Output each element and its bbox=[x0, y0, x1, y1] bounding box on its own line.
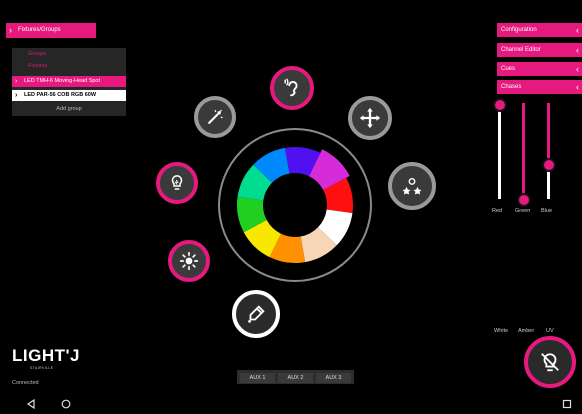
lamp-icon bbox=[168, 174, 186, 192]
chevron-left-icon: ‹ bbox=[576, 25, 579, 35]
nav-back-button[interactable] bbox=[26, 396, 36, 414]
hearing-button[interactable] bbox=[270, 66, 314, 110]
nav-recents-button[interactable] bbox=[562, 396, 572, 414]
strobe-icon bbox=[401, 175, 423, 197]
slider-label-blue: Blue bbox=[541, 208, 553, 214]
tab-chases[interactable]: Chases ‹ bbox=[497, 80, 582, 94]
chevron-right-icon: › bbox=[15, 92, 18, 99]
slider-thumb[interactable] bbox=[517, 193, 531, 207]
gobo-button[interactable] bbox=[156, 162, 198, 204]
tab-label: Chases bbox=[501, 84, 522, 90]
nav-home-button[interactable] bbox=[61, 396, 71, 414]
dimmer-button[interactable] bbox=[168, 240, 210, 282]
tab-cues[interactable]: Cues ‹ bbox=[497, 62, 582, 76]
label-white: White bbox=[494, 328, 509, 334]
list-item-label: Groups bbox=[28, 51, 47, 57]
tab-channel-editor[interactable]: Channel Editor ‹ bbox=[497, 43, 582, 57]
blackout-button[interactable] bbox=[524, 336, 576, 388]
slider-thumb[interactable] bbox=[542, 158, 556, 172]
add-group-label: Add group bbox=[56, 106, 82, 112]
aux-3-button[interactable]: AUX 3 bbox=[316, 373, 351, 383]
chevron-left-icon: ‹ bbox=[576, 82, 579, 92]
slider-label-green: Green bbox=[515, 208, 531, 214]
strobe-button[interactable] bbox=[388, 162, 436, 210]
list-item-label: Fixtures bbox=[28, 63, 48, 69]
fx-icon bbox=[205, 107, 225, 127]
back-icon bbox=[26, 398, 35, 410]
color-picker-button[interactable] bbox=[232, 290, 280, 338]
slider-track-unfilled bbox=[498, 103, 501, 199]
tab-label: Fixtures/Groups bbox=[18, 27, 61, 33]
blackout-icon bbox=[539, 351, 561, 373]
connection-status: Connected bbox=[12, 380, 39, 386]
list-item-label: LED PAR-56 COB RGB 60W bbox=[24, 92, 97, 98]
tab-configuration[interactable]: Configuration ‹ bbox=[497, 23, 582, 37]
chevron-right-icon: › bbox=[15, 78, 18, 85]
chevron-right-icon: › bbox=[9, 25, 12, 35]
recents-icon bbox=[562, 399, 572, 409]
brightness-icon bbox=[179, 251, 199, 271]
aux-2-button[interactable]: AUX 2 bbox=[278, 373, 313, 383]
add-group-button[interactable]: Add group bbox=[12, 104, 126, 115]
ear-icon bbox=[281, 77, 303, 99]
move-button[interactable] bbox=[348, 96, 392, 140]
label-amber: Amber bbox=[518, 328, 535, 334]
move-icon bbox=[359, 107, 381, 129]
list-item-fixture-moving-head[interactable]: › LED TMH-6 Moving-Head Spot bbox=[12, 76, 126, 87]
slider-track-filled bbox=[522, 103, 525, 199]
fixture-list-panel: Groups Fixtures › LED TMH-6 Moving-Head … bbox=[12, 48, 126, 116]
tab-label: Channel Editor bbox=[501, 47, 541, 53]
slider-thumb[interactable] bbox=[493, 98, 507, 112]
effects-button[interactable] bbox=[194, 96, 236, 138]
app-logo: LIGHT'J bbox=[12, 346, 80, 365]
list-item-fixture-par[interactable]: › LED PAR-56 COB RGB 60W bbox=[12, 90, 126, 101]
tab-label: Cues bbox=[501, 66, 516, 72]
chevron-left-icon: ‹ bbox=[576, 45, 579, 55]
color-picker-icon bbox=[245, 303, 267, 325]
aux-1-button[interactable]: AUX 1 bbox=[240, 373, 275, 383]
slider-label-red: Red bbox=[492, 208, 503, 214]
tab-fixtures-groups[interactable]: › Fixtures/Groups bbox=[6, 23, 96, 38]
tab-label: Configuration bbox=[501, 27, 537, 33]
list-item-groups[interactable]: Groups bbox=[12, 49, 126, 60]
home-icon bbox=[61, 399, 71, 409]
brand-name: STAIRVILLE bbox=[30, 366, 54, 370]
list-item-label: LED TMH-6 Moving-Head Spot bbox=[24, 78, 101, 84]
list-item-fixtures[interactable]: Fixtures bbox=[12, 61, 126, 72]
chevron-left-icon: ‹ bbox=[576, 64, 579, 74]
label-uv: UV bbox=[546, 328, 554, 334]
slider-track-filled bbox=[547, 103, 550, 163]
color-wheel[interactable] bbox=[235, 145, 355, 265]
